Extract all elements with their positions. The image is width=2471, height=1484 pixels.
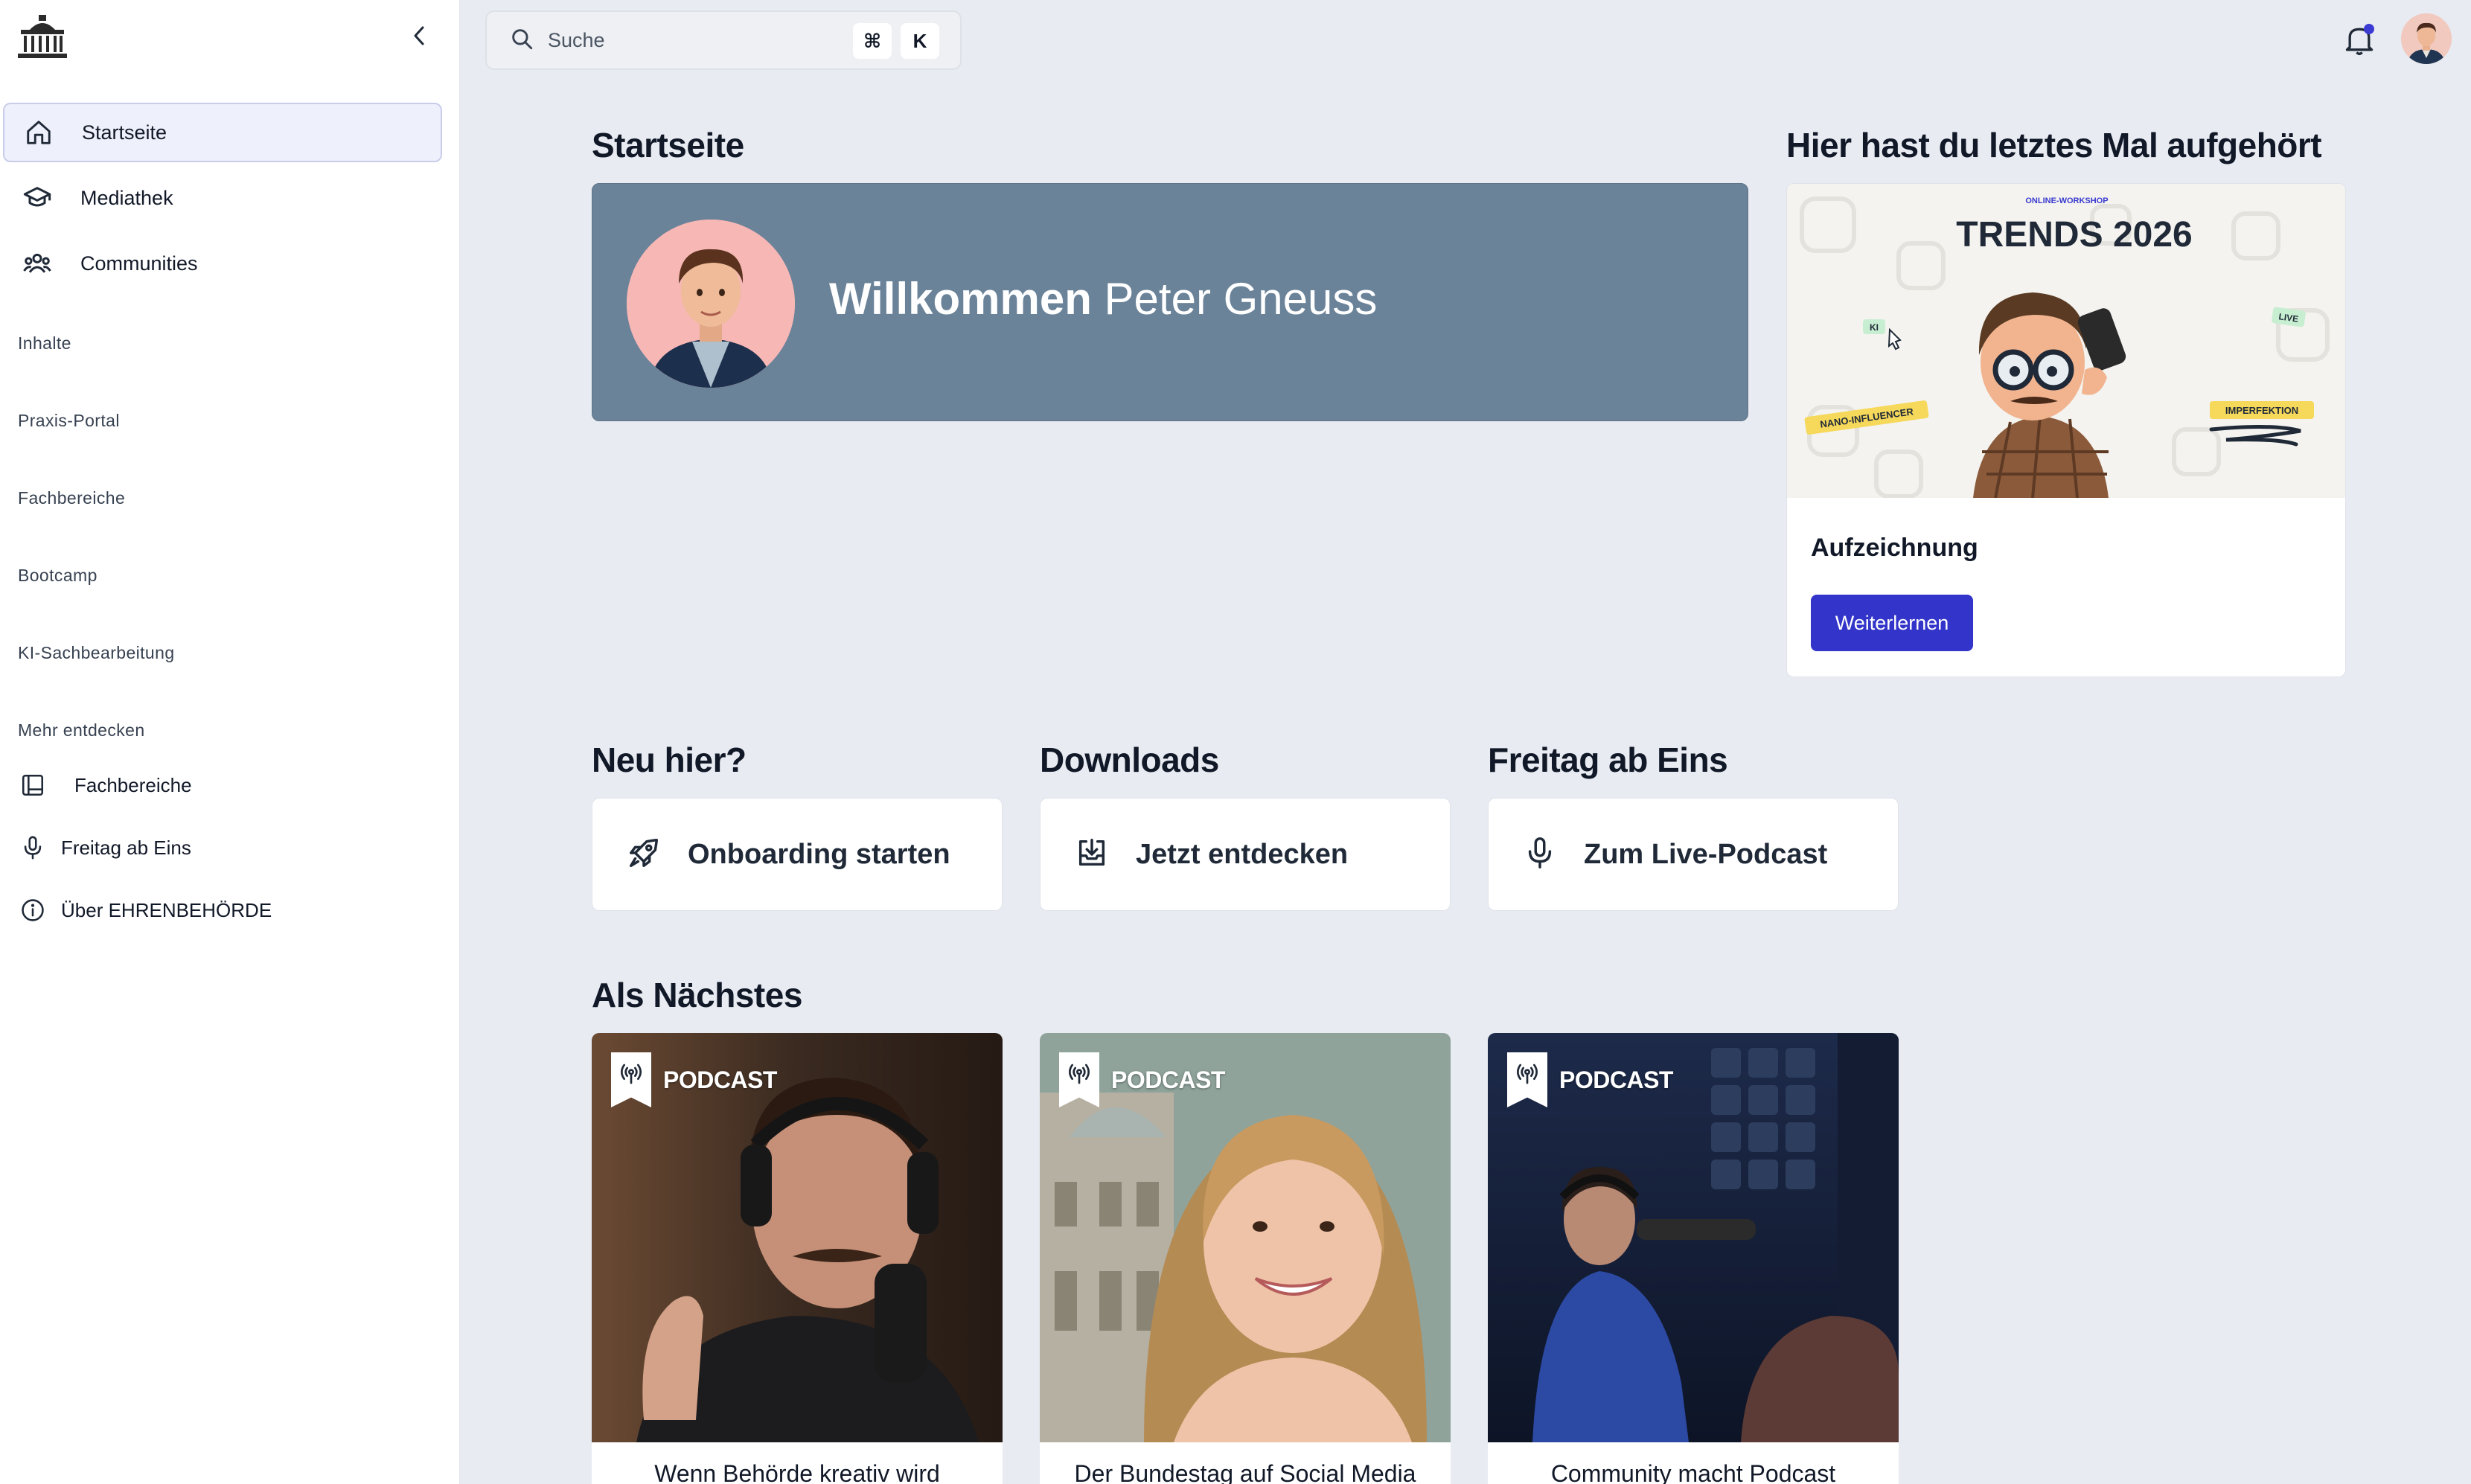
download-tray-icon <box>1075 836 1109 874</box>
section-ki-sachbearbeitung[interactable]: KI-Sachbearbeitung <box>18 643 175 663</box>
next-card-2[interactable]: PODCAST Der Bundestag auf Social Media <box>1040 1033 1451 1484</box>
thumb-tag-ki: KI <box>1870 322 1879 333</box>
resume-caption: Aufzeichnung <box>1811 534 1978 562</box>
book-icon <box>18 770 48 800</box>
more-item-label: Über EHRENBEHÖRDE <box>61 898 272 921</box>
thumb-kicker: ONLINE-WORKSHOP <box>2025 196 2108 205</box>
more-item-fachbereiche[interactable]: Fachbereiche <box>18 767 192 804</box>
section-praxis-portal[interactable]: Praxis-Portal <box>18 411 120 431</box>
microphone-icon <box>18 833 48 863</box>
live-podcast-label: Zum Live-Podcast <box>1584 838 1828 870</box>
shortcut-k-key: K <box>901 23 939 59</box>
downloads-card[interactable]: Jetzt entdecken <box>1040 798 1451 911</box>
search-icon <box>509 26 534 55</box>
resume-thumbnail: ONLINE-WORKSHOP TRENDS 2026 KI LIVE NANO… <box>1787 184 2345 498</box>
logo-building-icon[interactable] <box>16 13 68 61</box>
notifications-button[interactable] <box>2343 22 2376 58</box>
chevron-left-icon <box>414 26 424 45</box>
onboarding-label: Onboarding starten <box>688 838 950 870</box>
collapse-sidebar-button[interactable] <box>406 21 432 51</box>
onboarding-card[interactable]: Onboarding starten <box>592 798 1003 911</box>
podcast-broadcast-icon <box>611 1052 651 1107</box>
more-item-label: Fachbereiche <box>74 773 192 796</box>
nav-item-startseite[interactable]: Startseite <box>3 103 442 162</box>
next-card-3[interactable]: PODCAST Community macht Podcast <box>1488 1033 1899 1484</box>
nav-item-label: Startseite <box>82 121 167 144</box>
nav-item-label: Communities <box>80 252 198 275</box>
live-podcast-card[interactable]: Zum Live-Podcast <box>1488 798 1899 911</box>
podcast-badge-label: PODCAST <box>663 1066 777 1093</box>
search-bar[interactable]: Suche ⌘ K <box>485 10 962 70</box>
next-card-title: Community macht Podcast <box>1550 1460 1836 1484</box>
section-bootcamp[interactable]: Bootcamp <box>18 566 98 586</box>
downloads-label: Jetzt entdecken <box>1136 838 1349 870</box>
thumb-headline: TRENDS 2026 <box>1956 215 2192 255</box>
notification-dot <box>2364 24 2374 34</box>
more-item-ueber-ehrenbehoerde[interactable]: Über EHRENBEHÖRDE <box>18 892 272 929</box>
podcast-badge-label: PODCAST <box>1559 1066 1673 1093</box>
podcast-badge: PODCAST <box>1059 1052 1225 1107</box>
resume-heading: Hier hast du letztes Mal aufgehört <box>1786 126 2322 164</box>
main-navigation: Startseite Mediathek Communities <box>3 103 442 299</box>
more-item-label: Freitag ab Eins <box>61 836 191 859</box>
podcast-badge-label: PODCAST <box>1111 1066 1225 1093</box>
page-title: Startseite <box>592 126 744 164</box>
welcome-banner: Willkommen Peter Gneuss <box>592 183 1748 421</box>
more-item-freitag-ab-eins[interactable]: Freitag ab Eins <box>18 829 191 866</box>
home-icon <box>24 118 54 147</box>
next-heading: Als Nächstes <box>592 976 802 1014</box>
microphone-icon <box>1523 836 1557 874</box>
section-inhalte[interactable]: Inhalte <box>18 333 71 354</box>
search-placeholder: Suche <box>548 28 605 51</box>
podcast-badge: PODCAST <box>1507 1052 1673 1107</box>
info-icon <box>18 895 48 925</box>
quick-heading-downloads: Downloads <box>1040 741 1219 779</box>
graduation-cap-icon <box>22 183 52 213</box>
section-mehr-entdecken: Mehr entdecken <box>18 720 145 740</box>
nav-item-mediathek[interactable]: Mediathek <box>3 168 442 228</box>
nav-item-label: Mediathek <box>80 186 173 209</box>
users-icon <box>22 249 52 278</box>
quick-heading-neu-hier: Neu hier? <box>592 741 747 779</box>
thumb-tag-imperfektion: IMPERFEKTION <box>2225 405 2298 416</box>
next-card-title: Der Bundestag auf Social Media <box>1074 1460 1416 1484</box>
resume-card[interactable]: ONLINE-WORKSHOP TRENDS 2026 KI LIVE NANO… <box>1786 183 2346 677</box>
welcome-message: Willkommen Peter Gneuss <box>829 273 1377 324</box>
rocket-icon <box>627 836 661 874</box>
nav-item-communities[interactable]: Communities <box>3 234 442 293</box>
user-avatar[interactable] <box>2401 13 2452 64</box>
podcast-badge: PODCAST <box>611 1052 777 1107</box>
shortcut-command-key: ⌘ <box>853 23 892 59</box>
next-card-1[interactable]: PODCAST Wenn Behörde kreativ wird <box>592 1033 1003 1484</box>
continue-learning-button[interactable]: Weiterlernen <box>1811 595 1973 651</box>
welcome-greeting: Willkommen <box>829 274 1092 324</box>
next-card-title: Wenn Behörde kreativ wird <box>654 1460 940 1484</box>
welcome-username: Peter Gneuss <box>1104 274 1378 324</box>
profile-avatar <box>627 220 795 388</box>
quick-heading-freitag-ab-eins: Freitag ab Eins <box>1488 741 1728 779</box>
sidebar: Startseite Mediathek Communities Inhalte… <box>0 0 460 1484</box>
podcast-broadcast-icon <box>1059 1052 1099 1107</box>
section-fachbereiche[interactable]: Fachbereiche <box>18 488 125 508</box>
podcast-broadcast-icon <box>1507 1052 1547 1107</box>
